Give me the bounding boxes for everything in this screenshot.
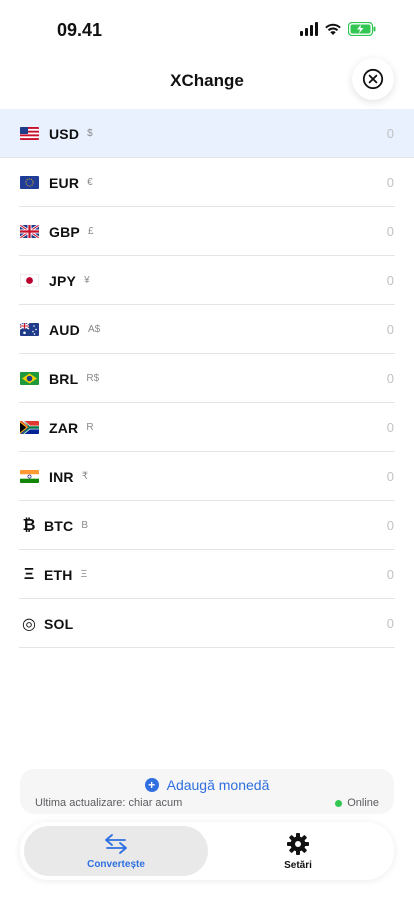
currency-symbol: Ξ: [80, 569, 88, 580]
battery-charging-icon: [348, 22, 376, 36]
south-africa-flag-icon: [20, 421, 39, 434]
currency-symbol: A$: [87, 324, 101, 335]
plus-circle-icon: +: [144, 778, 159, 792]
tab-convert-label: Convertește: [87, 858, 145, 870]
currency-row-brl[interactable]: BRL R$ 0: [0, 354, 414, 403]
online-status-dot-icon: [335, 799, 343, 807]
currency-code: BTC: [44, 517, 74, 534]
currency-amount[interactable]: 0: [387, 322, 394, 337]
currency-code: USD: [49, 125, 80, 142]
solana-icon: ◎: [22, 615, 36, 633]
currency-amount[interactable]: 0: [387, 616, 394, 631]
tab-settings[interactable]: Setări: [206, 826, 390, 876]
swap-arrows-icon: [105, 833, 127, 854]
currency-symbol: £: [87, 226, 94, 237]
currency-symbol: R$: [86, 373, 100, 384]
connection-status-label: Online: [347, 797, 379, 809]
wifi-icon: [325, 23, 341, 35]
gear-icon: [287, 832, 309, 855]
status-icons: [300, 22, 376, 36]
cellular-signal-icon: [300, 22, 318, 36]
tab-convert[interactable]: Convertește: [24, 826, 208, 876]
us-flag-icon: [20, 127, 39, 140]
currency-symbol: €: [87, 177, 93, 188]
add-currency-button[interactable]: + Adaugă monedă: [20, 777, 394, 793]
currency-code: EUR: [49, 174, 80, 191]
currency-code: ETH: [44, 566, 73, 583]
currency-row-inr[interactable]: INR ₹ 0: [0, 452, 414, 501]
currency-symbol: $: [87, 128, 93, 139]
currency-code: JPY: [49, 272, 77, 289]
japan-flag-icon: [20, 274, 39, 287]
india-flag-icon: [20, 470, 39, 483]
info-card: + Adaugă monedă Ultima actualizare: chia…: [20, 769, 394, 814]
currency-symbol: ₹: [81, 471, 89, 482]
currency-symbol: B: [81, 520, 89, 531]
connection-status: Online: [335, 797, 379, 809]
currency-row-jpy[interactable]: JPY ¥ 0: [0, 256, 414, 305]
currency-amount[interactable]: 0: [387, 420, 394, 435]
currency-row-sol[interactable]: ◎ SOL 0: [0, 599, 414, 648]
currency-amount[interactable]: 0: [387, 371, 394, 386]
close-button[interactable]: [352, 58, 394, 100]
app-header: XChange: [0, 56, 414, 108]
currency-amount[interactable]: 0: [387, 273, 394, 288]
status-bar: 09.41: [0, 0, 414, 56]
currency-symbol: R: [86, 422, 94, 433]
currency-code: AUD: [49, 321, 80, 338]
australia-flag-icon: [20, 323, 39, 336]
eu-flag-icon: [20, 176, 39, 189]
currency-row-btc[interactable]: ₿ BTC B 0: [0, 501, 414, 550]
currency-list: USD $ 0 EUR € 0 GBP £ 0 JPY ¥ 0 AUD A$ 0…: [0, 109, 414, 648]
currency-row-aud[interactable]: AUD A$ 0: [0, 305, 414, 354]
currency-amount[interactable]: 0: [387, 175, 394, 190]
currency-row-usd[interactable]: USD $ 0: [0, 109, 414, 158]
currency-code: BRL: [49, 370, 79, 387]
tab-bar: Convertește Setări: [20, 822, 394, 880]
currency-amount[interactable]: 0: [387, 518, 394, 533]
currency-symbol: ¥: [84, 275, 90, 286]
currency-code: GBP: [49, 223, 80, 240]
currency-code: INR: [49, 468, 74, 485]
currency-code: SOL: [44, 615, 74, 632]
add-currency-label: Adaugă monedă: [166, 777, 270, 793]
last-update-text: Ultima actualizare: chiar acum: [35, 797, 183, 809]
currency-row-eur[interactable]: EUR € 0: [0, 158, 414, 207]
status-time: 09.41: [57, 20, 103, 40]
currency-amount[interactable]: 0: [387, 224, 394, 239]
ethereum-icon: Ξ: [23, 565, 35, 583]
close-circle-icon: [362, 68, 384, 90]
currency-code: ZAR: [49, 419, 79, 436]
currency-amount[interactable]: 0: [387, 126, 394, 141]
currency-row-eth[interactable]: Ξ ETH Ξ 0: [0, 550, 414, 599]
tab-settings-label: Setări: [284, 859, 312, 871]
currency-amount[interactable]: 0: [387, 567, 394, 582]
uk-flag-icon: [20, 225, 39, 238]
currency-row-zar[interactable]: ZAR R 0: [0, 403, 414, 452]
currency-row-gbp[interactable]: GBP £ 0: [0, 207, 414, 256]
brazil-flag-icon: [20, 372, 39, 385]
currency-amount[interactable]: 0: [387, 469, 394, 484]
bitcoin-icon: ₿: [22, 516, 36, 534]
